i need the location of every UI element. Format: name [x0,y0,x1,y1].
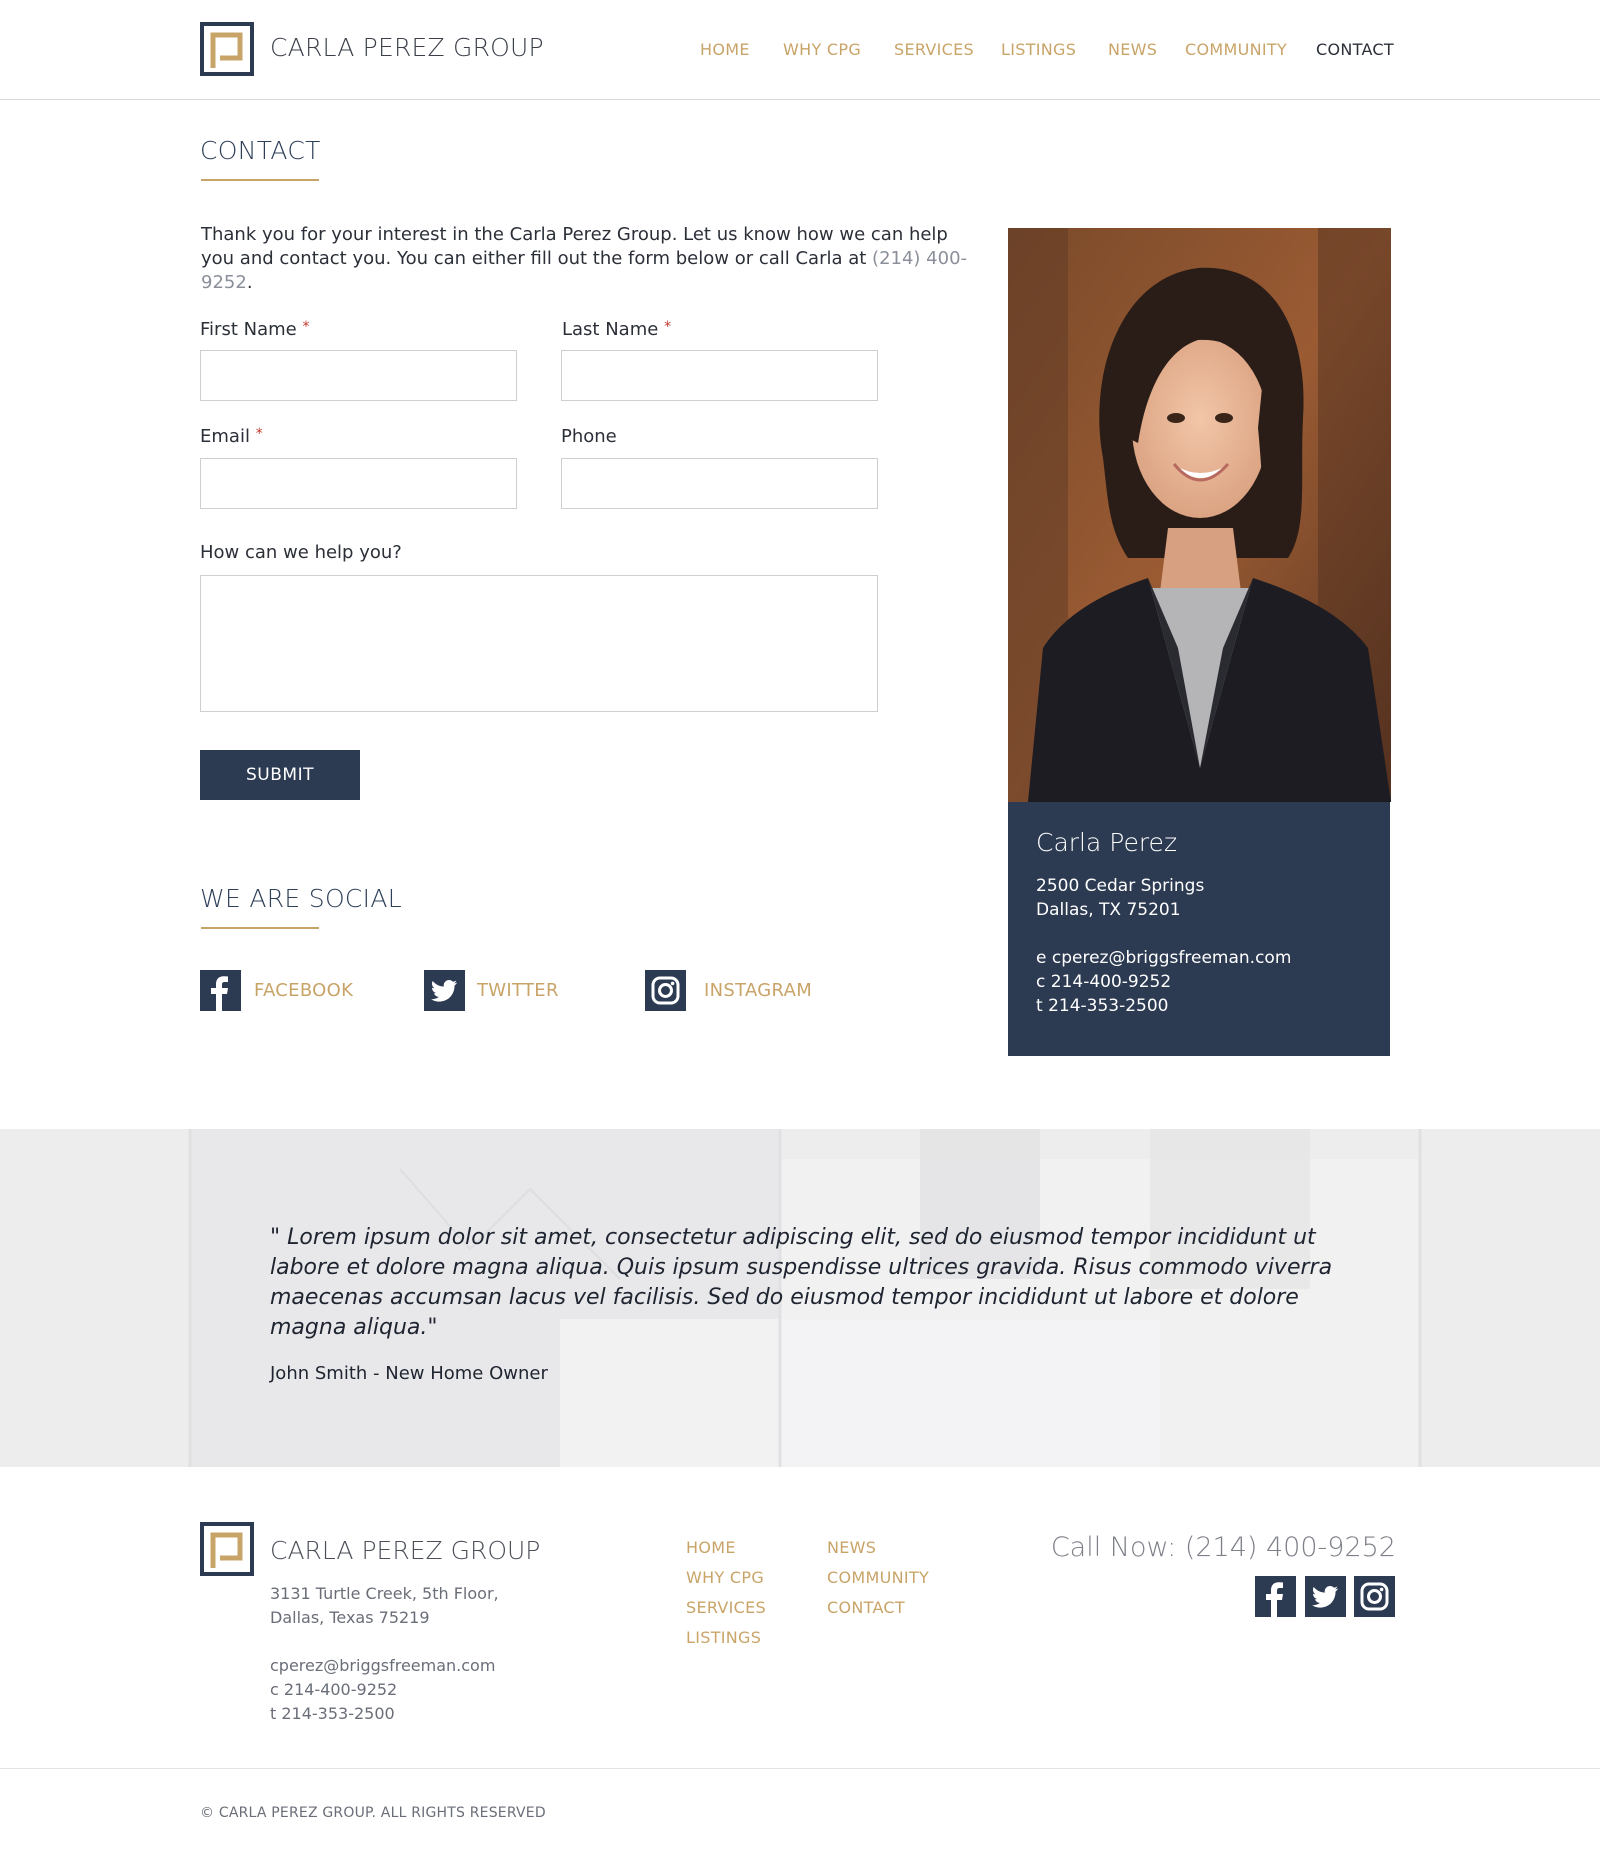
footer-email[interactable]: cperez@briggsfreeman.com [270,1656,495,1675]
nav-contact-link[interactable]: CONTACT [1316,40,1394,59]
required-mark: * [302,319,310,335]
agent-cell[interactable]: c 214-400-9252 [1036,972,1171,992]
contact-intro: Thank you for your interest in the Carla… [201,223,971,295]
footer-divider [0,1768,1600,1769]
footer-address-line1: 3131 Turtle Creek, 5th Floor, [270,1584,499,1603]
footer-link-services[interactable]: SERVICES [686,1598,766,1617]
footer-link-community[interactable]: COMMUNITY [827,1568,929,1587]
twitter-icon[interactable] [424,970,465,1011]
instagram-link[interactable]: INSTAGRAM [704,980,812,1001]
intro-end: . [246,272,253,293]
instagram-icon[interactable] [645,970,686,1011]
footer-tel[interactable]: t 214-353-2500 [270,1704,395,1723]
footer-link-home[interactable]: HOME [686,1538,736,1557]
footer-brand[interactable]: CARLA PEREZ GROUP [270,1536,540,1565]
site-header: CARLA PEREZ GROUP HOME WHY CPG SERVICES … [0,0,1600,100]
nav-services[interactable]: SERVICES [894,40,974,59]
footer-twitter-icon[interactable] [1305,1576,1346,1617]
footer-link-listings[interactable]: LISTINGS [686,1628,761,1647]
twitter-link[interactable]: TWITTER [477,980,559,1001]
agent-portrait [1008,228,1391,802]
footer-call-now[interactable]: Call Now: (214) 400-9252 [1051,1532,1396,1563]
facebook-icon[interactable] [200,970,241,1011]
agent-tel[interactable]: t 214-353-2500 [1036,996,1169,1016]
social-title: WE ARE SOCIAL [200,884,402,913]
footer-logo-icon[interactable] [200,1522,254,1576]
first-name-field[interactable] [200,350,517,401]
nav-home[interactable]: HOME [700,40,750,59]
footer-link-news[interactable]: NEWS [827,1538,876,1557]
footer-facebook-icon[interactable] [1255,1576,1296,1617]
testimonial-quote: " Lorem ipsum dolor sit amet, consectetu… [270,1225,1333,1340]
nav-contact[interactable]: CONTACT [1316,40,1394,59]
email-field[interactable] [200,458,517,509]
last-name-label: Last Name * [562,319,671,340]
footer-link-contact[interactable]: CONTACT [827,1598,905,1617]
message-label: How can we help you? [200,542,402,563]
agent-address-line2: Dallas, TX 75201 [1036,900,1181,920]
footer-instagram-icon[interactable] [1354,1576,1395,1617]
message-textarea[interactable] [200,575,878,712]
required-mark: * [664,319,672,335]
required-mark: * [255,426,263,442]
email-label-text: Email [200,426,250,447]
nav-home-link[interactable]: HOME [700,40,750,59]
contact-title: CONTACT [200,136,321,165]
phone-label: Phone [561,426,617,447]
nav-listings[interactable]: LISTINGS [1001,40,1076,59]
contact-title-rule [201,179,319,181]
copyright: © CARLA PEREZ GROUP. ALL RIGHTS RESERVED [200,1805,546,1821]
social-title-rule [201,927,319,929]
nav-community[interactable]: COMMUNITY [1185,40,1287,59]
nav-news-link[interactable]: NEWS [1108,40,1157,59]
last-name-field[interactable] [561,350,878,401]
intro-text: Thank you for your interest in the Carla… [201,224,948,269]
nav-listings-link[interactable]: LISTINGS [1001,40,1076,59]
footer-link-why-cpg[interactable]: WHY CPG [686,1568,764,1587]
last-name-label-text: Last Name [562,319,659,340]
logo-icon[interactable] [200,22,254,76]
phone-field[interactable] [561,458,878,509]
nav-community-link[interactable]: COMMUNITY [1185,40,1287,59]
agent-address-line1: 2500 Cedar Springs [1036,876,1205,896]
testimonial-section: " Lorem ipsum dolor sit amet, consectetu… [0,1129,1600,1467]
footer-cell[interactable]: c 214-400-9252 [270,1680,397,1699]
first-name-label-text: First Name [200,319,297,340]
testimonial-author: John Smith - New Home Owner [270,1363,548,1384]
agent-email[interactable]: e cperez@briggsfreeman.com [1036,948,1291,968]
footer-address-line2: Dallas, Texas 75219 [270,1608,430,1627]
agent-name: Carla Perez [1036,828,1178,857]
brand-name[interactable]: CARLA PEREZ GROUP [270,33,544,62]
submit-button[interactable]: SUBMIT [200,750,360,800]
agent-card: Carla Perez 2500 Cedar Springs Dallas, T… [1008,802,1390,1056]
first-name-label: First Name * [200,319,309,340]
facebook-link[interactable]: FACEBOOK [254,980,353,1001]
email-label: Email * [200,426,263,447]
nav-services-link[interactable]: SERVICES [894,40,974,59]
nav-why-cpg-link[interactable]: WHY CPG [783,40,861,59]
nav-news[interactable]: NEWS [1108,40,1157,59]
nav-why-cpg[interactable]: WHY CPG [783,40,861,59]
